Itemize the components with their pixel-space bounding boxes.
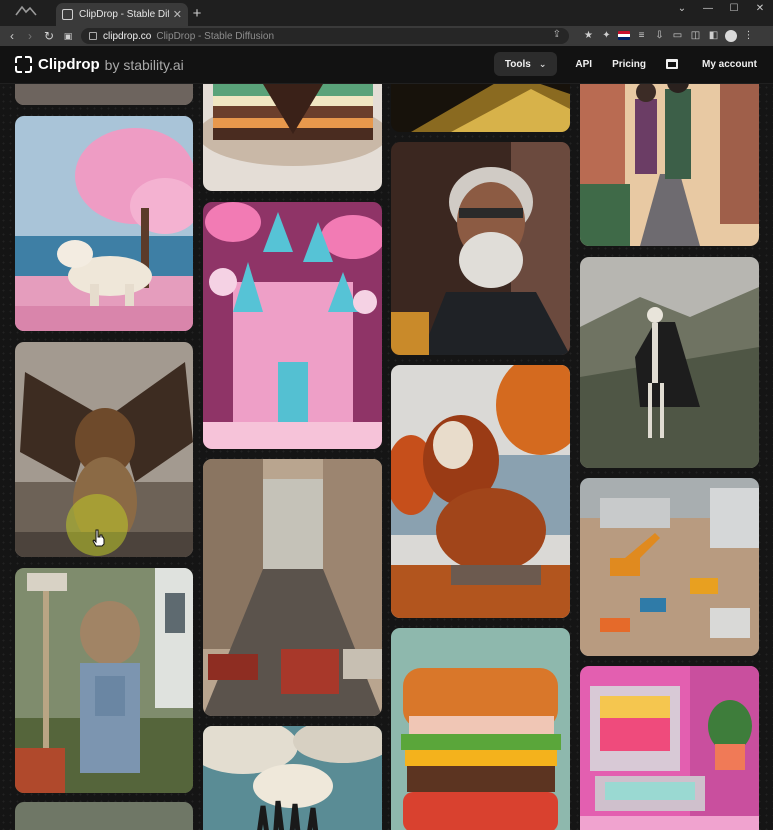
image-thumbnail	[580, 84, 759, 246]
profile-avatar-icon[interactable]	[725, 29, 737, 42]
tab-search-chevron-icon[interactable]: ⌄	[669, 0, 695, 22]
gallery-image-clouds-hands[interactable]	[203, 726, 382, 830]
gallery-image-construction[interactable]	[580, 478, 759, 656]
image-thumbnail	[391, 84, 570, 132]
archive-box-icon[interactable]	[665, 59, 678, 69]
browser-app-icon	[15, 5, 37, 16]
gallery-image-farmer-cat[interactable]	[15, 568, 193, 793]
maximize-button[interactable]: ☐	[721, 0, 747, 22]
reload-button[interactable]: ↻	[41, 28, 57, 44]
browser-tab-strip: ClipDrop - Stable Diffusion ✕ + ⌄ — ☐ ✕	[0, 0, 773, 26]
media-icon[interactable]: ▭	[671, 29, 684, 42]
main-nav: Tools ⌄ API Pricing My account	[493, 52, 757, 76]
gallery-image-retro-computer[interactable]	[580, 666, 759, 830]
image-thumbnail	[391, 365, 570, 618]
image-thumbnail	[15, 568, 193, 793]
clipdrop-favicon-icon	[62, 9, 73, 20]
image-thumbnail	[15, 802, 193, 830]
window-controls: ⌄ — ☐ ✕	[669, 0, 773, 22]
image-thumbnail	[203, 202, 382, 449]
extension-icon[interactable]: ▣	[60, 28, 76, 44]
gallery-image-old-man[interactable]	[391, 142, 570, 355]
side-panel-icon[interactable]: ◧	[707, 29, 720, 42]
close-window-button[interactable]: ✕	[747, 0, 773, 22]
screenshot-icon[interactable]: ◫	[689, 29, 702, 42]
brand-name: Clipdrop	[38, 56, 100, 73]
share-icon[interactable]: ⇪	[553, 29, 561, 40]
back-button[interactable]: ‹	[4, 28, 20, 44]
reading-list-icon[interactable]: ≡	[635, 29, 648, 42]
image-thumbnail	[203, 459, 382, 716]
hand-cursor-icon	[92, 529, 105, 547]
tab-close-icon[interactable]: ✕	[173, 8, 182, 21]
image-gallery	[0, 84, 773, 830]
gallery-image-city-street[interactable]	[203, 459, 382, 716]
browser-tab-clipdrop[interactable]: ClipDrop - Stable Diffusion ✕	[56, 3, 188, 26]
image-thumbnail	[391, 628, 570, 830]
puzzle-extensions-icon[interactable]: ✦	[600, 29, 613, 42]
image-thumbnail	[203, 84, 382, 191]
bookmark-star-icon[interactable]: ★	[582, 29, 595, 42]
forward-button[interactable]: ›	[22, 28, 38, 44]
nav-api-link[interactable]: API	[575, 59, 592, 70]
gallery-image-partial-bottom-col1[interactable]	[15, 802, 193, 830]
url-bar[interactable]: clipdrop.co ClipDrop - Stable Diffusion …	[81, 28, 569, 44]
gallery-image-candy-castle[interactable]	[203, 202, 382, 449]
image-thumbnail	[580, 666, 759, 830]
tools-label: Tools	[504, 58, 531, 70]
tools-dropdown-button[interactable]: Tools ⌄	[493, 52, 558, 76]
minimize-button[interactable]: —	[695, 0, 721, 22]
browser-toolbar: ‹ › ↻ ▣ clipdrop.co ClipDrop - Stable Di…	[0, 26, 773, 46]
url-page-title: ClipDrop - Stable Diffusion	[156, 30, 275, 42]
gallery-image-sandwich[interactable]	[391, 628, 570, 830]
clipdrop-logo-icon	[15, 56, 32, 73]
my-account-link[interactable]: My account	[702, 59, 757, 70]
image-thumbnail	[580, 257, 759, 468]
lock-icon	[89, 32, 97, 40]
clipdrop-logo[interactable]: Clipdrop by stability.ai	[15, 56, 184, 73]
chevron-down-icon: ⌄	[538, 58, 547, 69]
image-thumbnail	[15, 84, 193, 105]
nav-pricing-link[interactable]: Pricing	[612, 59, 646, 70]
new-tab-button[interactable]: +	[190, 5, 204, 22]
gallery-image-partial-top-col1[interactable]	[15, 84, 193, 105]
gallery-image-anime-couple[interactable]	[580, 84, 759, 246]
extensions-bar: ★ ✦ ≡ ⇩ ▭ ◫ ◧ ⋮	[582, 29, 755, 42]
translate-flag-icon[interactable]	[618, 31, 630, 40]
menu-dots-icon[interactable]: ⋮	[742, 29, 755, 42]
site-header: Clipdrop by stability.ai Tools ⌄ API Pri…	[0, 46, 773, 84]
image-thumbnail	[203, 726, 382, 830]
gallery-image-polar-bear[interactable]	[15, 116, 193, 331]
url-host: clipdrop.co	[103, 30, 152, 42]
gallery-image-partial-top-col3[interactable]	[391, 84, 570, 132]
browser-tab-title: ClipDrop - Stable Diffusion	[79, 9, 169, 20]
gallery-image-layer-cake[interactable]	[203, 84, 382, 191]
download-icon[interactable]: ⇩	[653, 29, 666, 42]
image-thumbnail	[580, 478, 759, 656]
image-thumbnail	[391, 142, 570, 355]
brand-subtitle: by stability.ai	[104, 56, 184, 73]
image-thumbnail	[15, 116, 193, 331]
gallery-image-skeleton[interactable]	[580, 257, 759, 468]
gallery-image-autumn-lion[interactable]	[391, 365, 570, 618]
